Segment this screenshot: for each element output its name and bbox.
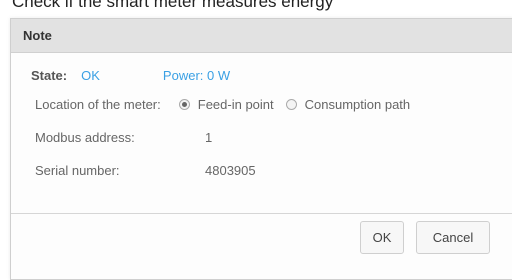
radio-checked-icon — [178, 99, 190, 110]
radio-consumption-path[interactable]: Consumption path — [285, 97, 411, 112]
dialog-body: State: OK Power: 0 W Location of the met… — [11, 53, 512, 214]
note-dialog: Note State: OK Power: 0 W Location of th… — [10, 18, 512, 280]
radio-consumption-label: Consumption path — [304, 97, 411, 112]
modbus-row: Modbus address: 1 — [35, 130, 212, 145]
radio-feed-in-point[interactable]: Feed-in point — [178, 97, 274, 112]
modbus-value: 1 — [205, 130, 213, 145]
power-value: Power: 0 W — [162, 68, 231, 83]
dialog-title: Note — [11, 19, 512, 53]
state-value: OK — [81, 68, 100, 83]
location-row: Location of the meter: Feed-in point Con… — [35, 97, 410, 112]
serial-label: Serial number: — [35, 163, 120, 178]
background-page-text: Check if the smart meter measures energy — [12, 0, 334, 11]
ok-button[interactable]: OK — [360, 221, 404, 254]
radio-unchecked-icon — [285, 99, 297, 110]
state-label: State: — [31, 68, 68, 83]
radio-feed-in-label: Feed-in point — [197, 97, 274, 112]
modbus-label: Modbus address: — [35, 130, 135, 145]
cancel-button[interactable]: Cancel — [416, 221, 490, 254]
serial-value: 4803905 — [205, 163, 256, 178]
serial-row: Serial number: 4803905 — [35, 163, 256, 178]
location-label: Location of the meter: — [35, 97, 161, 112]
state-row: State: OK Power: 0 W — [31, 68, 230, 83]
